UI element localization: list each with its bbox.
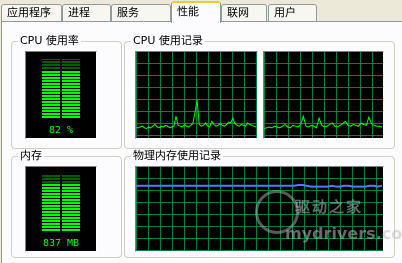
cpu-history-graph-1 — [135, 51, 258, 139]
cpu-usage-bars — [42, 59, 80, 119]
cpu-history-group: CPU 使用记录 — [124, 34, 395, 149]
tab-label: 进程 — [68, 6, 90, 19]
cpu-usage-value: 82 % — [48, 125, 74, 136]
memory-bars — [42, 174, 80, 232]
tab-label: 服务 — [117, 6, 139, 19]
cpu-history-graph-2 — [263, 51, 384, 139]
tab-bar: 应用程序 进程 服务 性能 联网 用户 — [0, 0, 402, 23]
watermark-logo: 驱动之家 mydrivers.com — [255, 190, 402, 250]
cpu-history-line-1 — [136, 99, 257, 130]
cpu-usage-bars-empty — [42, 59, 80, 70]
tab-networking[interactable]: 联网 — [221, 4, 267, 21]
tab-services[interactable]: 服务 — [111, 4, 171, 21]
watermark-line1: 驱动之家 — [295, 198, 364, 216]
tab-label: 联网 — [227, 6, 249, 19]
memory-bars-empty — [42, 174, 80, 184]
memory-history-line — [136, 184, 383, 188]
memory-meter: 837 MB — [25, 166, 97, 252]
cpu-usage-meter: 82 % — [25, 51, 97, 139]
cpu-history-title: CPU 使用记录 — [131, 34, 205, 48]
tab-bar-background — [317, 0, 402, 21]
memory-title: 内存 — [18, 149, 44, 163]
tab-label: 应用程序 — [7, 6, 51, 19]
cpu-history-chart-1 — [136, 99, 257, 130]
memory-history-title: 物理内存使用记录 — [131, 149, 223, 163]
tab-applications[interactable]: 应用程序 — [1, 4, 62, 21]
memory-value: 837 MB — [42, 238, 80, 249]
tab-label: 性能 — [177, 5, 199, 18]
tab-label: 用户 — [274, 6, 296, 19]
cpu-usage-group: CPU 使用率 82 % — [11, 34, 122, 149]
tab-users[interactable]: 用户 — [268, 4, 317, 21]
memory-group: 内存 837 MB — [11, 149, 122, 258]
tab-performance[interactable]: 性能 — [171, 1, 221, 23]
tab-processes[interactable]: 进程 — [62, 4, 111, 21]
watermark-line2: mydrivers.com — [285, 224, 402, 243]
cpu-history-chart-2 — [264, 114, 383, 130]
cpu-history-line-2 — [264, 114, 383, 130]
cpu-usage-title: CPU 使用率 — [18, 34, 81, 48]
